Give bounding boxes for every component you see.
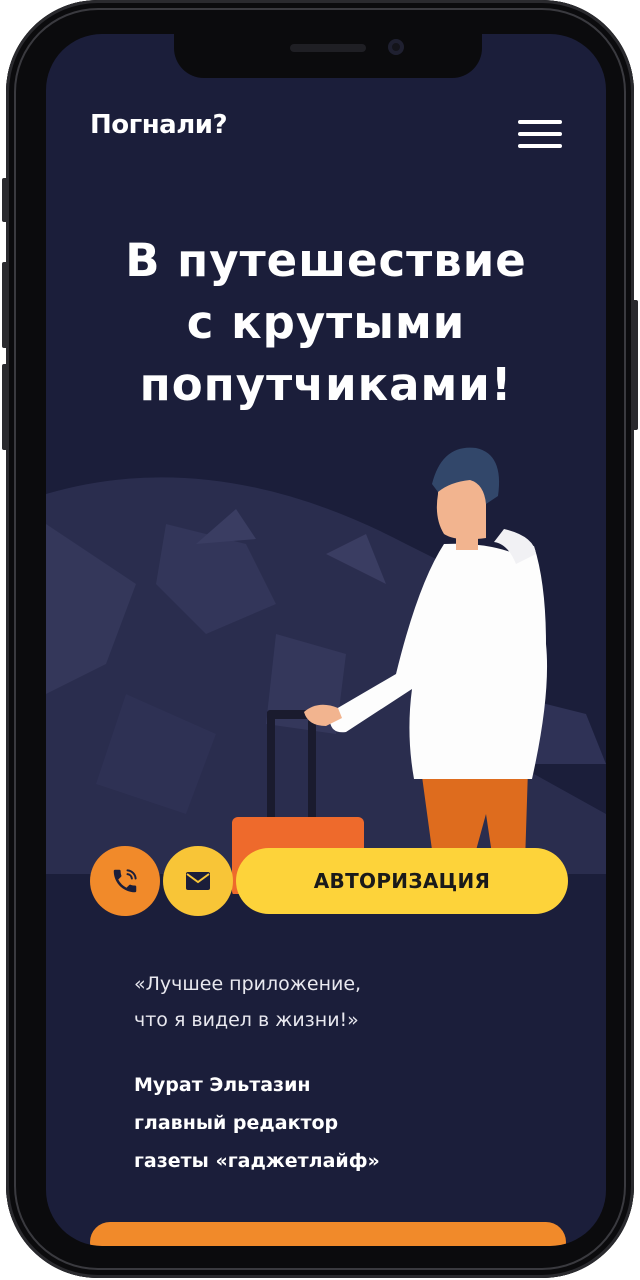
bottom-cta-button[interactable]: [90, 1222, 566, 1246]
quote-line: что я видел в жизни!»: [134, 1009, 359, 1031]
testimonial-quote: «Лучшее приложение, что я видел в жизни!…: [134, 966, 361, 1038]
app-logo[interactable]: Погнали?: [90, 110, 228, 140]
front-camera: [388, 39, 404, 55]
author-org: газеты «гаджетлайф»: [134, 1150, 380, 1172]
mail-button[interactable]: [163, 846, 233, 916]
phone-icon: [113, 869, 137, 893]
hero-title-line: В путешествие: [125, 234, 527, 287]
phone-frame: Погнали? В путешествие с крутыми попутчи…: [2, 0, 638, 1278]
speaker: [290, 44, 366, 52]
volume-down-button: [2, 364, 8, 450]
traveler-illustration: [46, 447, 606, 894]
mail-icon: [186, 872, 210, 890]
volume-up-button: [2, 262, 8, 348]
hero-title-line: попутчиками!: [139, 358, 513, 411]
app-screen: Погнали? В путешествие с крутыми попутчи…: [46, 34, 606, 1246]
action-buttons: АВТОРИЗАЦИЯ: [90, 846, 568, 916]
author-name: Мурат Эльтазин: [134, 1074, 311, 1096]
hero-title: В путешествие с крутыми попутчиками!: [46, 230, 606, 416]
hero-title-line: с крутыми: [186, 296, 466, 349]
quote-line: «Лучшее приложение,: [134, 973, 362, 995]
author-role: главный редактор: [134, 1112, 339, 1134]
phone-call-button[interactable]: [90, 846, 160, 916]
notch: [174, 34, 482, 78]
power-button: [632, 300, 638, 430]
login-button[interactable]: АВТОРИЗАЦИЯ: [236, 848, 568, 914]
hamburger-menu-icon[interactable]: [518, 120, 566, 150]
mute-switch: [2, 178, 8, 222]
testimonial-author: Мурат Эльтазин главный редактор газеты «…: [134, 1066, 380, 1180]
